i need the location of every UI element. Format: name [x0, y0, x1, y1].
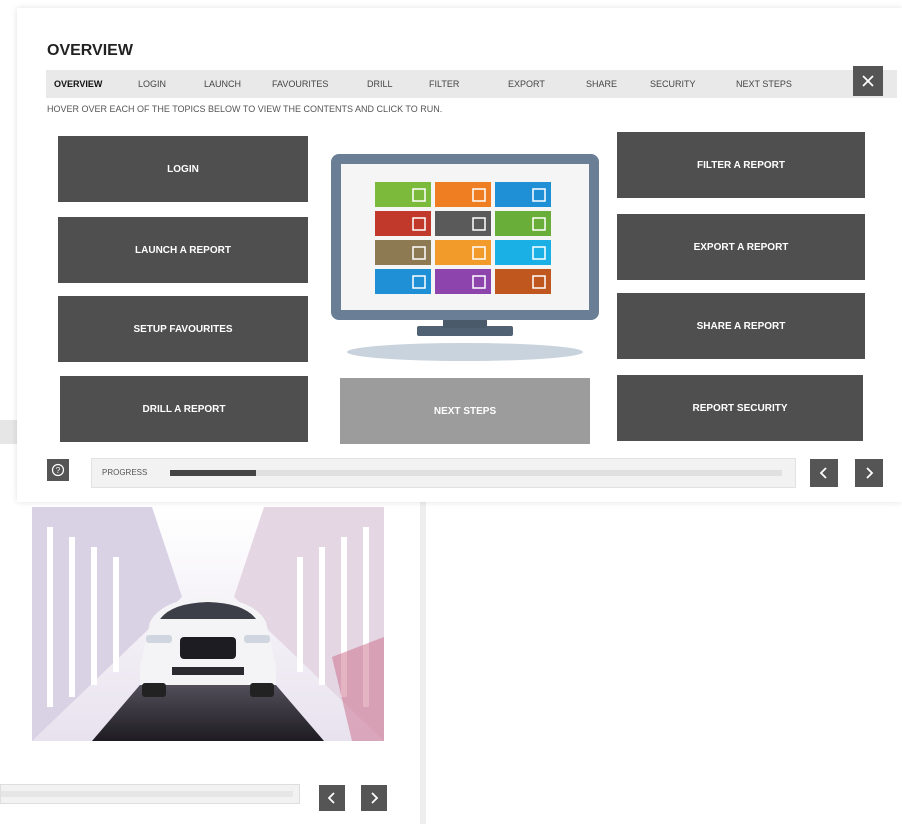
tab-favourites[interactable]: FAVOURITES: [272, 70, 328, 98]
tab-filter[interactable]: FILTER: [429, 70, 459, 98]
tab-next-steps[interactable]: NEXT STEPS: [736, 70, 792, 98]
monitor-tile: [375, 182, 431, 207]
background-progress-bar: [0, 784, 300, 804]
monitor-tile: [375, 269, 431, 294]
tab-security[interactable]: SECURITY: [650, 70, 696, 98]
topic-drill-report-button[interactable]: DRILL A REPORT: [60, 376, 308, 442]
background-progress-track: [1, 791, 293, 797]
chevron-right-icon: [371, 792, 379, 804]
monitor-tile: [435, 269, 491, 294]
monitor-tile: [375, 240, 431, 265]
topic-report-security-button[interactable]: REPORT SECURITY: [617, 375, 863, 441]
chevron-left-icon: [327, 792, 335, 804]
monitor-tile: [375, 211, 431, 236]
background-prev-button[interactable]: [319, 785, 345, 811]
tab-overview[interactable]: OVERVIEW: [54, 70, 102, 98]
progress-label: PROGRESS: [102, 468, 148, 477]
progress-bar: PROGRESS: [91, 458, 796, 488]
next-button[interactable]: [855, 459, 883, 487]
tab-launch[interactable]: LAUNCH: [204, 70, 241, 98]
monitor-tile: [495, 211, 551, 236]
topic-login-button[interactable]: LOGIN: [58, 136, 308, 202]
progress-track: [170, 470, 782, 476]
monitor-illustration: [331, 154, 599, 370]
page-title: OVERVIEW: [47, 42, 133, 59]
topic-next-steps-button[interactable]: NEXT STEPS: [340, 378, 590, 444]
topic-launch-report-button[interactable]: LAUNCH A REPORT: [58, 217, 308, 283]
progress-fill: [170, 470, 256, 476]
monitor-tile: [435, 182, 491, 207]
help-button[interactable]: ?: [47, 459, 69, 481]
chevron-right-icon: [866, 467, 874, 479]
topic-share-report-button[interactable]: SHARE A REPORT: [617, 293, 865, 359]
topic-setup-favourites-button[interactable]: SETUP FAVOURITES: [58, 296, 308, 362]
instructions-text: HOVER OVER EACH OF THE TOPICS BELOW TO V…: [47, 104, 443, 114]
tab-drill[interactable]: DRILL: [367, 70, 393, 98]
monitor-tile: [435, 211, 491, 236]
car-photo: [32, 507, 384, 741]
monitor-tile: [495, 269, 551, 294]
monitor-tile: [495, 240, 551, 265]
topic-export-report-button[interactable]: EXPORT A REPORT: [617, 214, 865, 280]
close-icon: [862, 75, 874, 87]
tab-export[interactable]: EXPORT: [508, 70, 545, 98]
tab-share[interactable]: SHARE: [586, 70, 617, 98]
close-button[interactable]: [853, 66, 883, 96]
monitor-tile: [495, 182, 551, 207]
tab-login[interactable]: LOGIN: [138, 70, 166, 98]
monitor-tile: [435, 240, 491, 265]
chevron-left-icon: [819, 467, 827, 479]
svg-text:?: ?: [56, 466, 61, 475]
tab-bar: OVERVIEW LOGIN LAUNCH FAVOURITES DRILL F…: [46, 70, 897, 98]
prev-button[interactable]: [810, 459, 838, 487]
topic-filter-report-button[interactable]: FILTER A REPORT: [617, 132, 865, 198]
background-next-button[interactable]: [361, 785, 387, 811]
overview-window: OVERVIEW OVERVIEW LOGIN LAUNCH FAVOURITE…: [17, 8, 902, 502]
help-icon: ?: [51, 463, 65, 477]
